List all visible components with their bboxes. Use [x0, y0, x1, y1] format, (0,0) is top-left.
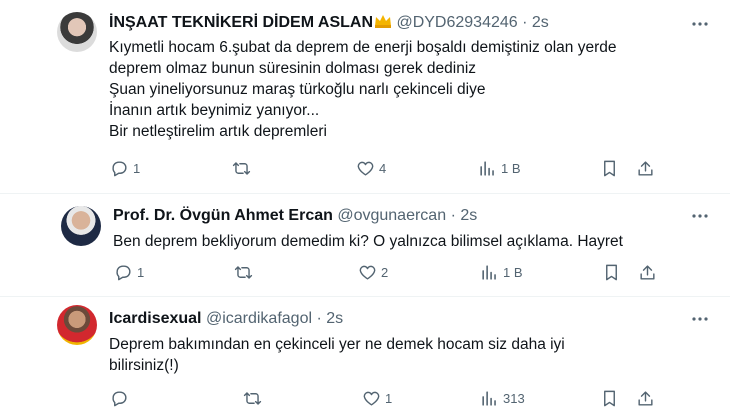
avatar[interactable] — [57, 12, 97, 52]
like-icon — [357, 161, 374, 176]
display-name[interactable]: Prof. Dr. Övgün Ahmet Ercan — [113, 207, 333, 224]
reply-icon — [112, 391, 127, 407]
views-count: 1 B — [503, 265, 523, 280]
like-button[interactable]: 1 — [362, 389, 392, 408]
tweet-1[interactable]: İNŞAAT TEKNİKERİ DİDEM ASLAN @DYD6293424… — [0, 0, 730, 190]
reply-icon — [112, 161, 127, 177]
tweet-line: bilirsiniz(!) — [109, 357, 179, 374]
separator: · — [316, 310, 322, 327]
bookmark-icon — [604, 160, 615, 177]
like-icon — [363, 391, 380, 406]
views-button[interactable]: 1 B — [480, 263, 523, 282]
retweet-button[interactable] — [234, 263, 257, 282]
share-icon — [640, 265, 655, 280]
bookmark-icon — [606, 264, 617, 281]
bookmark-button[interactable] — [600, 159, 619, 178]
like-count: 1 — [385, 391, 393, 406]
views-count: 313 — [503, 391, 525, 406]
display-name[interactable]: İNŞAAT TEKNİKERİ DİDEM ASLAN — [109, 14, 373, 31]
retweet-button[interactable] — [232, 159, 255, 178]
share-icon — [638, 391, 653, 406]
timestamp[interactable]: 2s — [532, 14, 549, 31]
tweet-text: Ben deprem bekliyorum demedim ki? O yaln… — [113, 231, 623, 252]
reply-count: 1 — [137, 265, 145, 280]
share-button[interactable] — [636, 389, 655, 408]
more-icon[interactable] — [690, 14, 710, 34]
like-count: 4 — [379, 161, 387, 176]
reply-button[interactable]: 1 — [110, 159, 140, 178]
action-bar: 1 2 1 B — [0, 263, 730, 285]
share-button[interactable] — [636, 159, 655, 178]
timestamp[interactable]: 2s — [326, 310, 343, 327]
reply-button[interactable] — [110, 389, 133, 408]
bookmark-button[interactable] — [600, 389, 619, 408]
display-name[interactable]: Icardisexual — [109, 310, 202, 327]
like-button[interactable]: 4 — [356, 159, 386, 178]
views-count: 1 B — [501, 161, 521, 176]
retweet-icon — [243, 392, 262, 405]
tweet-line: Şuan yineliyorsunuz maraş türkoğlu narlı… — [109, 81, 486, 98]
reply-button[interactable]: 1 — [114, 263, 144, 282]
avatar[interactable] — [57, 305, 97, 345]
views-icon — [482, 391, 496, 406]
more-icon[interactable] — [690, 309, 710, 329]
tweet-line: Ben deprem bekliyorum demedim ki? O yaln… — [113, 233, 623, 250]
tweet-line: deprem olmaz bunun süresinin dolması ger… — [109, 60, 477, 77]
separator: · — [450, 207, 456, 224]
bookmark-button[interactable] — [602, 263, 621, 282]
handle[interactable]: @icardikafagol — [206, 310, 312, 327]
tweet-line: Kıymetli hocam 6.şubat da deprem de ener… — [109, 39, 617, 56]
views-button[interactable]: 313 — [480, 389, 525, 408]
tweet-line: İnanın artık beynimiz yanıyor... — [109, 102, 320, 119]
handle[interactable]: @ovgunaercan — [337, 207, 446, 224]
tweet-3[interactable]: Icardisexual @icardikafagol · 2s Deprem … — [0, 297, 730, 420]
crown-emoji-icon — [375, 15, 391, 28]
share-icon — [638, 161, 653, 176]
tweet-text: Kıymetli hocam 6.şubat da deprem de ener… — [109, 37, 616, 142]
reply-count: 1 — [133, 161, 141, 176]
tweet-line: Bir netleştirelim artık depremleri — [109, 123, 327, 140]
more-icon[interactable] — [690, 206, 710, 226]
like-icon — [359, 265, 376, 280]
share-button[interactable] — [638, 263, 657, 282]
action-bar: 1 313 — [0, 389, 730, 411]
like-count: 2 — [381, 265, 389, 280]
tweet-line: Deprem bakımından en çekinceli yer ne de… — [109, 336, 565, 353]
tweet-header: Prof. Dr. Övgün Ahmet Ercan @ovgunaercan… — [113, 206, 477, 226]
avatar[interactable] — [61, 206, 101, 246]
retweet-icon — [234, 266, 253, 279]
views-icon — [482, 265, 496, 280]
retweet-icon — [232, 162, 251, 175]
tweet-text: Deprem bakımından en çekinceli yer ne de… — [109, 334, 565, 376]
action-bar: 1 4 1 B — [0, 159, 730, 181]
views-button[interactable]: 1 B — [478, 159, 521, 178]
handle[interactable]: @DYD62934246 — [396, 14, 517, 31]
tweet-header: İNŞAAT TEKNİKERİ DİDEM ASLAN @DYD6293424… — [109, 13, 549, 33]
separator: · — [522, 14, 528, 31]
bookmark-icon — [604, 390, 615, 407]
tweet-header: Icardisexual @icardikafagol · 2s — [109, 309, 343, 329]
views-icon — [480, 161, 494, 176]
retweet-button[interactable] — [243, 389, 266, 408]
tweet-2[interactable]: Prof. Dr. Övgün Ahmet Ercan @ovgunaercan… — [0, 194, 730, 294]
reply-icon — [116, 265, 131, 281]
like-button[interactable]: 2 — [358, 263, 388, 282]
timestamp[interactable]: 2s — [460, 207, 477, 224]
